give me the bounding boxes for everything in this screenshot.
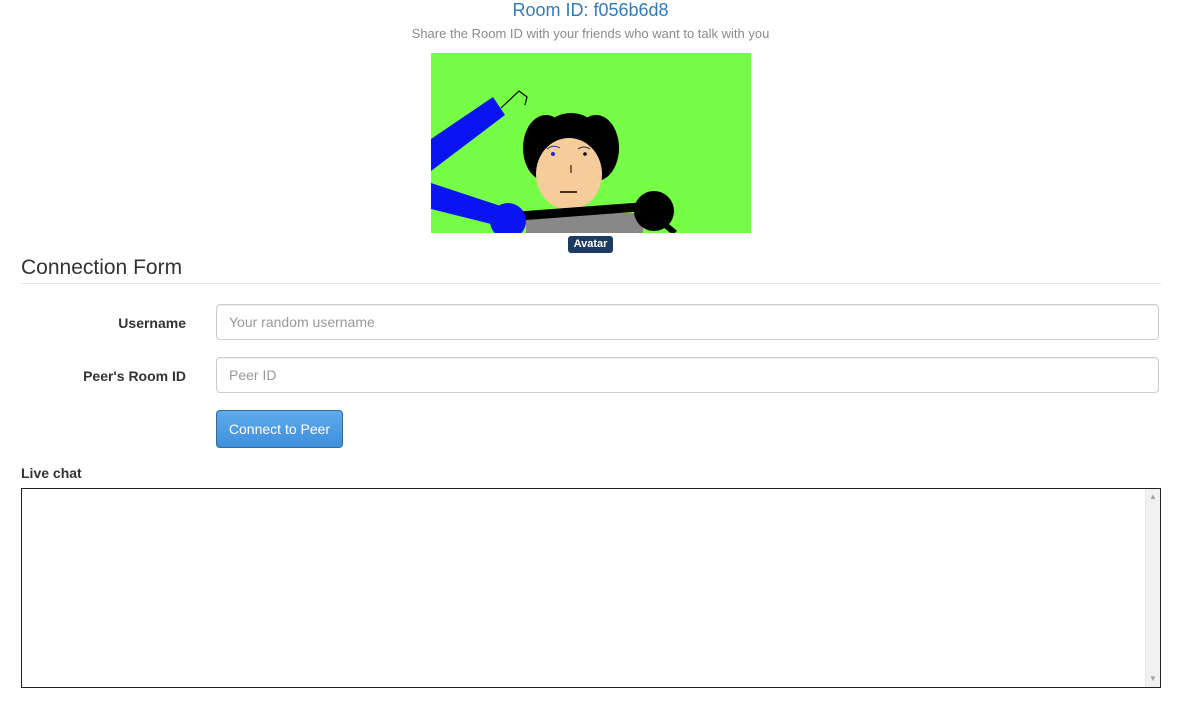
avatar-illustration — [431, 53, 751, 233]
connection-form-legend: Connection Form — [21, 256, 1161, 284]
peer-room-id-label: Peer's Room ID — [83, 368, 186, 384]
room-id-hint: Share the Room ID with your friends who … — [411, 26, 770, 41]
username-label: Username — [118, 315, 186, 331]
avatar-canvas[interactable] — [431, 53, 751, 233]
scroll-up-arrow-icon[interactable]: ▲ — [1146, 490, 1160, 504]
live-chat-box[interactable]: ▲ ▼ — [21, 488, 1161, 688]
chat-scrollbar[interactable]: ▲ ▼ — [1145, 489, 1160, 687]
avatar-badge: Avatar — [568, 236, 613, 253]
connect-to-peer-button[interactable]: Connect to Peer — [216, 410, 343, 448]
room-id-title: Room ID: f056b6d8 — [512, 0, 669, 20]
peer-id-input[interactable] — [216, 357, 1159, 393]
scroll-down-arrow-icon[interactable]: ▼ — [1146, 672, 1160, 686]
username-input[interactable] — [216, 304, 1159, 340]
live-chat-label: Live chat — [21, 465, 82, 481]
